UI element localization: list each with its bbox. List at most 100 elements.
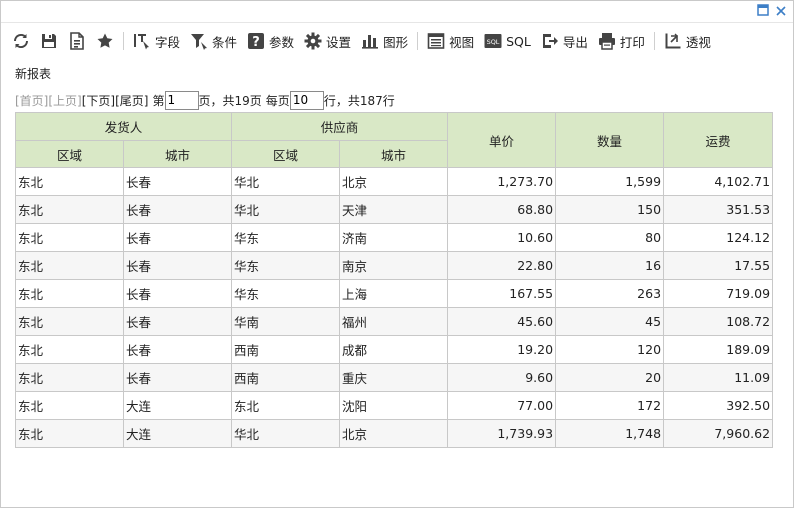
pivot-button[interactable]: 透视	[659, 28, 716, 54]
param-button[interactable]: ? 参数	[242, 28, 299, 54]
cell-quantity: 120	[555, 335, 665, 364]
cell-supplier-region: 华东	[231, 279, 341, 308]
cell-supplier-city: 上海	[339, 279, 449, 308]
view-button[interactable]: 视图	[422, 28, 479, 54]
favorite-button[interactable]	[91, 28, 119, 54]
view-label: 视图	[449, 34, 475, 50]
table-row: 东北 长春 华北 天津 68.80 150 351.53	[15, 195, 774, 224]
report-title: 新报表	[15, 67, 52, 81]
chart-button[interactable]: 图形	[356, 28, 413, 54]
maximize-icon[interactable]	[755, 4, 771, 20]
page-prefix: 第	[152, 93, 165, 108]
cell-supplier-city: 重庆	[339, 363, 449, 392]
toolbar: 字段 条件 ? 参数 设置 图形 视图 SQL SQL 导出 打印 透视	[1, 23, 793, 59]
cell-price: 1,739.93	[447, 419, 557, 448]
cell-quantity: 1,748	[555, 419, 665, 448]
table-row: 东北 长春 西南 成都 19.20 120 189.09	[15, 335, 774, 364]
cell-shipper-region: 东北	[15, 195, 124, 224]
header-shipper-region: 区域	[15, 140, 124, 168]
table-row: 东北 长春 华南 福州 45.60 45 108.72	[15, 307, 774, 336]
filter-button[interactable]: 条件	[185, 28, 242, 54]
next-page-link[interactable]: [下页]	[82, 92, 115, 109]
page-number-input[interactable]	[164, 90, 199, 110]
cell-supplier-city: 成都	[339, 335, 449, 364]
cell-supplier-region: 华南	[231, 307, 341, 336]
cell-supplier-region: 华东	[231, 223, 341, 252]
cell-supplier-region: 西南	[231, 335, 341, 364]
export-icon	[542, 34, 558, 48]
close-icon[interactable]	[773, 4, 789, 20]
print-button[interactable]: 打印	[593, 28, 650, 54]
cell-price: 167.55	[447, 279, 557, 308]
cell-supplier-region: 华北	[231, 195, 341, 224]
cell-shipper-city: 长春	[122, 335, 233, 364]
page-size-input[interactable]	[289, 90, 324, 110]
save-as-button[interactable]	[63, 28, 91, 54]
cell-quantity: 16	[555, 251, 665, 280]
gear-icon	[304, 32, 322, 50]
cell-shipper-region: 东北	[15, 307, 124, 336]
save-button[interactable]	[35, 28, 63, 54]
cell-shipper-city: 长春	[122, 279, 233, 308]
export-label: 导出	[562, 34, 588, 50]
title-bar	[1, 1, 793, 23]
settings-button[interactable]: 设置	[299, 28, 356, 54]
header-row: 发货人 供应商 单价 数量 运费	[14, 112, 774, 168]
cell-price: 1,273.70	[447, 167, 557, 196]
save-icon	[42, 34, 56, 48]
chart-icon	[362, 35, 379, 49]
table-body: 东北 长春 华北 北京 1,273.70 1,599 4,102.71 东北 长春 华北 天津 68.…	[15, 167, 774, 448]
toolbar-separator	[417, 32, 419, 50]
cell-shipper-region: 东北	[15, 167, 124, 196]
report-window: 字段 条件 ? 参数 设置 图形 视图 SQL SQL 导出 打印 透视 新报表…	[0, 0, 794, 508]
export-button[interactable]: 导出	[536, 28, 593, 54]
cell-quantity: 1,599	[555, 167, 665, 196]
cell-freight: 4,102.71	[663, 167, 774, 196]
cell-supplier-city: 沈阳	[339, 391, 449, 420]
table-row: 东北 长春 华东 济南 10.60 80 124.12	[15, 223, 774, 252]
field-button[interactable]: 字段	[128, 28, 185, 54]
cell-shipper-city: 长春	[122, 223, 233, 252]
cell-price: 10.60	[447, 223, 557, 252]
first-page-link: [首页]	[15, 93, 49, 108]
cell-price: 77.00	[447, 391, 557, 420]
sql-button[interactable]: SQL SQL	[479, 28, 536, 54]
field-icon	[134, 34, 149, 50]
cell-quantity: 150	[555, 195, 665, 224]
header-supplier: 供应商	[231, 112, 449, 141]
cell-quantity: 45	[555, 307, 665, 336]
cell-supplier-region: 华北	[231, 419, 341, 448]
refresh-button[interactable]	[7, 28, 35, 54]
save-as-icon	[70, 32, 84, 50]
cell-price: 19.20	[447, 335, 557, 364]
refresh-icon	[13, 33, 29, 49]
cell-shipper-city: 长春	[122, 307, 233, 336]
table-row: 东北 长春 华北 北京 1,273.70 1,599 4,102.71	[15, 167, 774, 196]
last-page-link[interactable]: [尾页]	[115, 92, 148, 109]
cell-supplier-region: 华北	[231, 167, 341, 196]
cell-shipper-city: 大连	[122, 391, 233, 420]
cell-freight: 124.12	[663, 223, 774, 252]
cell-shipper-region: 东北	[15, 391, 124, 420]
cell-quantity: 20	[555, 363, 665, 392]
total-rows-text: 行，共187行	[323, 93, 395, 108]
cell-supplier-city: 北京	[339, 167, 449, 196]
table-row: 东北 大连 华北 北京 1,739.93 1,748 7,960.62	[15, 419, 774, 448]
per-page-prefix: 每页	[265, 93, 290, 108]
total-pages-text: 页，共19页	[198, 93, 262, 108]
table-row: 东北 大连 东北 沈阳 77.00 172 392.50	[15, 391, 774, 420]
svg-text:SQL: SQL	[487, 38, 500, 46]
cell-freight: 392.50	[663, 391, 774, 420]
cell-price: 45.60	[447, 307, 557, 336]
cell-supplier-region: 华东	[231, 251, 341, 280]
report-table: 发货人 供应商 单价 数量 运费 区域 城市 区域 城市 东北 长春 华北 北京 1,2…	[14, 112, 774, 448]
prev-page-link: [上页]	[48, 93, 82, 108]
cell-shipper-region: 东北	[15, 251, 124, 280]
header-supplier-city: 城市	[339, 140, 449, 168]
header-freight: 运费	[663, 112, 774, 168]
cell-quantity: 80	[555, 223, 665, 252]
cell-shipper-region: 东北	[15, 279, 124, 308]
chart-label: 图形	[383, 34, 409, 50]
header-supplier-region: 区域	[231, 140, 341, 168]
cell-supplier-city: 天津	[339, 195, 449, 224]
